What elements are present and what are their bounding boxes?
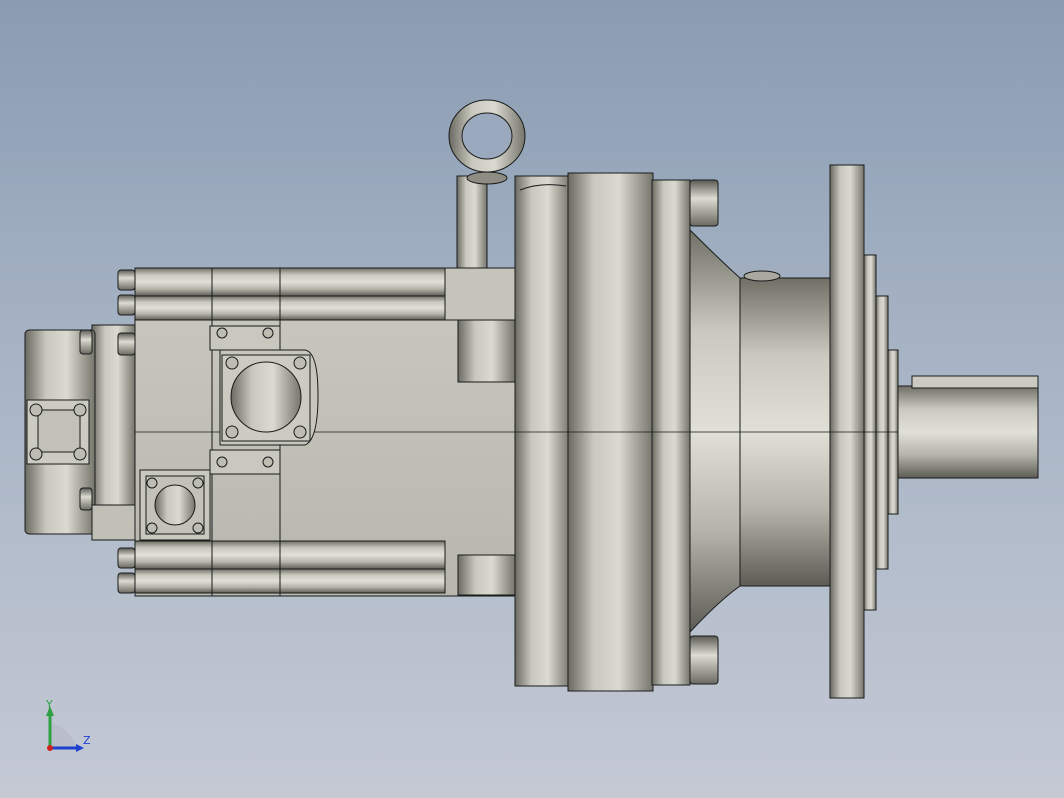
axis-z-label: Z: [83, 734, 91, 747]
cad-viewport[interactable]: Y Z: [0, 0, 1064, 798]
motor-body: [134, 267, 516, 597]
output-shaft: [897, 375, 1039, 479]
axis-y-label: Y: [46, 698, 53, 711]
gear-motor-model[interactable]: [0, 0, 1064, 798]
output-hub: [689, 228, 831, 634]
lifting-eye-bolt: [448, 99, 526, 269]
rear-end-cap: [24, 269, 136, 594]
output-flange: [829, 164, 899, 699]
coordinate-triad: [46, 706, 84, 752]
gearbox-housing: [514, 172, 691, 692]
